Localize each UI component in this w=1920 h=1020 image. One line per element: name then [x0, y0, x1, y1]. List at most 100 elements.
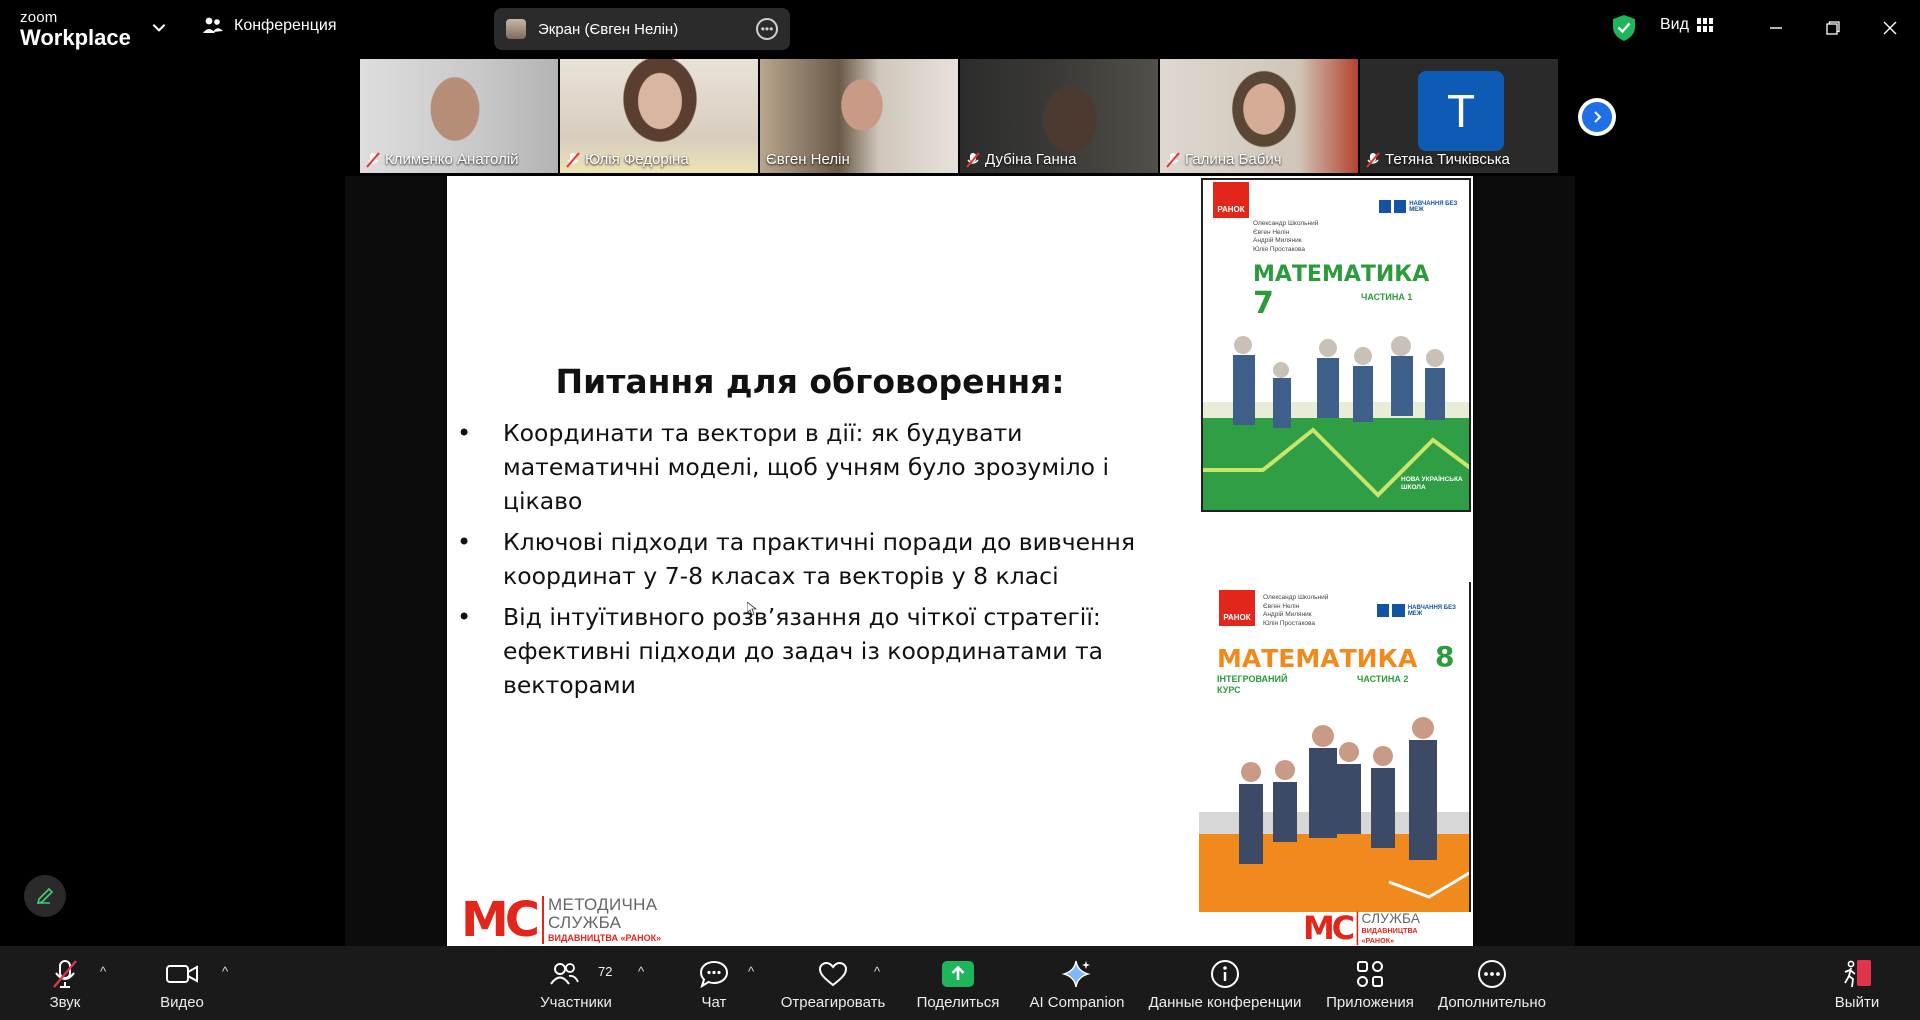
share-label: Поделиться	[916, 994, 1000, 1011]
participant-tile[interactable]: Дубіна Ганна	[960, 59, 1158, 173]
leave-button[interactable]: Выйти	[1834, 946, 1880, 1020]
apps-button[interactable]: Приложения	[1324, 946, 1416, 1020]
badge-navchannya: НАВЧАННЯ БЕЗ МЕЖ	[1379, 200, 1469, 213]
chevron-right-icon	[1582, 102, 1612, 132]
encryption-shield-icon[interactable]	[1612, 14, 1636, 42]
publisher-logo: РАНОК	[1213, 182, 1249, 218]
info-icon	[1211, 960, 1239, 988]
react-options-caret[interactable]: ^	[874, 964, 880, 979]
list-item: Ключові підходи та практичні поради до в…	[455, 525, 1175, 593]
share-screen-icon	[942, 961, 974, 987]
brand-small: zoom	[20, 9, 58, 26]
ai-label: AI Companion	[1029, 994, 1125, 1011]
meeting-info-button-bottom[interactable]: Данные конференции	[1146, 946, 1304, 1020]
avatar-initial: T	[1418, 71, 1504, 151]
more-label: Дополнительно	[1438, 994, 1546, 1011]
participant-name-label: Клименко Анатолій	[366, 151, 519, 168]
info-label: Данные конференции	[1148, 994, 1302, 1011]
zoom-logo: zoom Workplace	[20, 10, 131, 49]
participants-button[interactable]: Участники	[536, 946, 616, 1020]
book-part: ЧАСТИНА 1	[1361, 292, 1413, 302]
audio-options-caret[interactable]: ^	[100, 964, 106, 979]
series-label: НОВА УКРАЇНСЬКА ШКОЛА	[1401, 476, 1463, 491]
sparkle-icon	[1062, 960, 1091, 988]
leave-door-icon	[1844, 960, 1871, 988]
book-part: ЧАСТИНА 2	[1357, 674, 1409, 684]
metodychna-sluzhba-logo-small: МС СЛУЖБА ВИДАВНИЦТВА «РАНОК»	[1303, 910, 1439, 947]
book-title: МАТЕМАТИКА	[1217, 644, 1418, 673]
video-camera-icon	[166, 965, 198, 983]
list-item: Від інтуїтивного розв’язання до чіткої с…	[455, 600, 1175, 702]
react-label: Отреагировать	[780, 994, 886, 1011]
chat-label: Чат	[701, 994, 727, 1011]
logo-line2: СЛУЖБА	[548, 913, 622, 932]
video-options-caret[interactable]: ^	[222, 964, 228, 979]
video-label: Видео	[160, 994, 204, 1011]
apps-label: Приложения	[1326, 994, 1414, 1011]
participant-name: Галина Бабич	[1185, 151, 1282, 168]
minimize-icon	[1770, 27, 1782, 29]
book-authors: Олександр Школьний Євген Нелін Андрій Мил…	[1253, 220, 1319, 253]
participants-count: 72	[598, 964, 613, 979]
mic-muted-icon	[53, 960, 77, 988]
participant-tile[interactable]: Галина Бабич	[1160, 59, 1358, 173]
mic-off-icon	[366, 151, 380, 168]
screen-share-indicator[interactable]: Экран (Євген Нелін) •••	[494, 8, 790, 50]
participants-options-caret[interactable]: ^	[638, 964, 644, 979]
restore-icon	[1826, 21, 1840, 35]
annotate-pen-button[interactable]	[24, 875, 66, 917]
participants-label: Участники	[540, 994, 612, 1011]
chat-button[interactable]: Чат	[692, 946, 736, 1020]
participant-tile[interactable]: Юлія Федоріна	[560, 59, 758, 173]
participant-name: Юлія Федоріна	[585, 151, 689, 168]
apps-icon	[1357, 961, 1383, 987]
view-label: Вид	[1660, 16, 1689, 33]
ai-companion-button[interactable]: AI Companion	[1026, 946, 1128, 1020]
chat-icon	[699, 960, 729, 988]
minimize-button[interactable]	[1762, 14, 1790, 42]
mic-off-icon	[1166, 151, 1180, 168]
participant-tile-active-speaker[interactable]: Євген Нелін	[760, 59, 958, 173]
badge-navchannya: НАВЧАННЯ БЕЗ МЕЖ	[1377, 604, 1469, 617]
view-button[interactable]: Вид	[1660, 16, 1713, 34]
more-button[interactable]: Дополнительно	[1436, 946, 1548, 1020]
participant-tile[interactable]: Клименко Анатолій	[360, 59, 558, 173]
audio-button[interactable]: Звук	[40, 946, 90, 1020]
audio-label: Звук	[49, 994, 81, 1011]
presentation-slide: Питання для обговорення: Координати та в…	[447, 176, 1473, 948]
close-icon	[1883, 21, 1897, 35]
logo-line3: ВИДАВНИЦТВА «РАНОК»	[1361, 926, 1418, 945]
publisher-logo: РАНОК	[1219, 590, 1255, 626]
participant-name-label: Юлія Федоріна	[566, 151, 689, 168]
chevron-down-icon[interactable]	[150, 18, 168, 36]
participant-name: Дубіна Ганна	[985, 151, 1077, 168]
close-button[interactable]	[1876, 14, 1904, 42]
leave-label: Выйти	[1834, 994, 1880, 1011]
share-screen-button[interactable]: Поделиться	[914, 946, 1002, 1020]
participants-icon	[550, 963, 579, 985]
logo-line3: ВИДАВНИЦТВА «РАНОК»	[548, 933, 662, 943]
participant-name-label: Дубіна Ганна	[966, 151, 1076, 168]
mic-off-icon	[566, 151, 580, 168]
next-page-button[interactable]	[1578, 98, 1616, 136]
participant-name-label: Тетяна Тичківська	[1366, 151, 1510, 168]
meeting-title: Конференция	[234, 17, 337, 34]
video-button[interactable]: Видео	[154, 946, 210, 1020]
meeting-info-button[interactable]: Конференция	[202, 16, 337, 36]
participant-name: Євген Нелін	[766, 151, 850, 168]
book-grade: 8	[1435, 640, 1455, 673]
mic-off-icon	[966, 151, 980, 168]
participant-name-label: Галина Бабич	[1166, 151, 1282, 168]
textbook-cover-grade8: РАНОК Олександр Школьний Євген Нелін Андр…	[1199, 582, 1471, 912]
restore-button[interactable]	[1819, 14, 1847, 42]
participant-tile[interactable]: T Тетяна Тичківська	[1360, 59, 1558, 173]
chat-options-caret[interactable]: ^	[748, 964, 754, 979]
share-label: Экран (Євген Нелін)	[538, 20, 679, 38]
list-item: Координати та вектори в дії: як будувати…	[455, 416, 1175, 518]
more-options-icon[interactable]: •••	[756, 18, 778, 40]
react-button[interactable]: Отреагировать	[778, 946, 888, 1020]
book-title: МАТЕМАТИКА	[1253, 262, 1430, 287]
book-course: ІНТЕГРОВАНИЙ КУРС	[1217, 674, 1288, 695]
logo-line1: МЕТОДИЧНА	[548, 895, 658, 914]
heart-icon	[818, 961, 848, 987]
